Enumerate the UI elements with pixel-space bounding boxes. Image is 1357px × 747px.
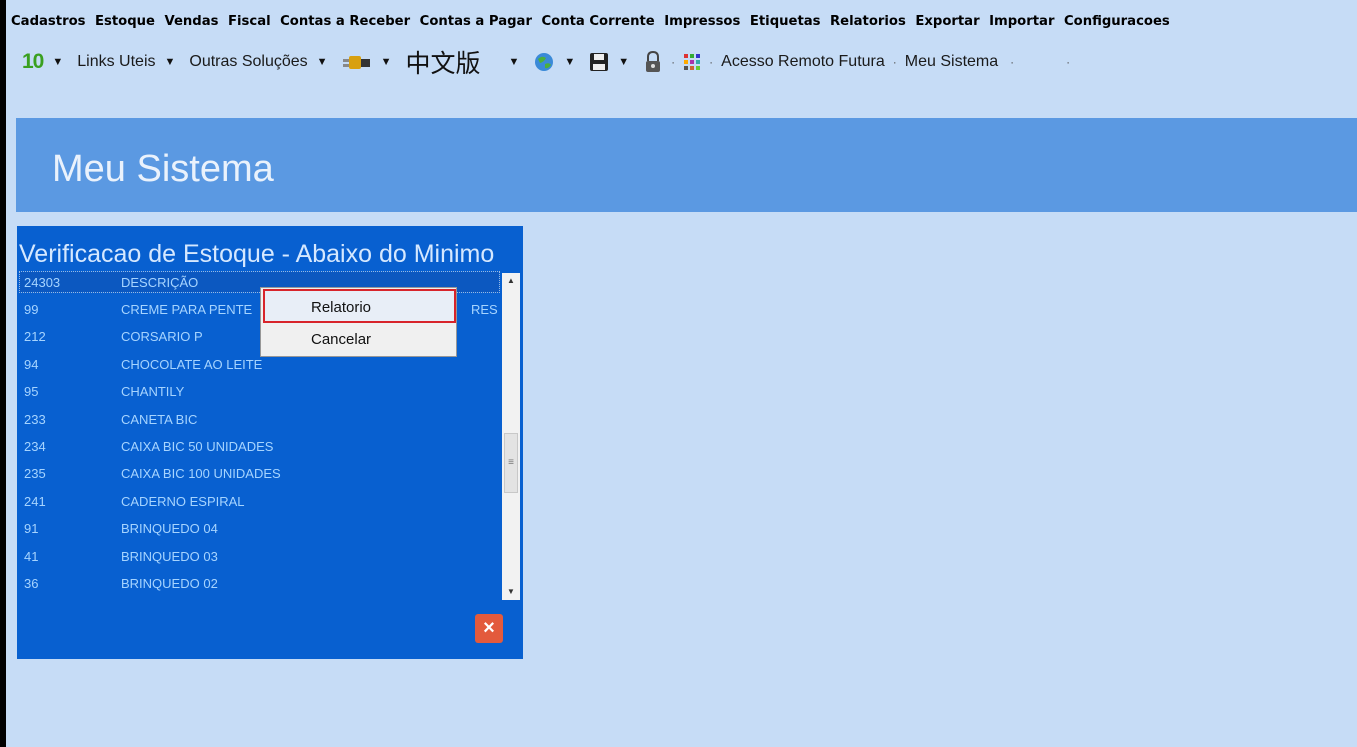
item-code: 94	[24, 357, 39, 372]
separator: ·	[1066, 55, 1071, 69]
context-menu: Relatorio Cancelar	[260, 287, 457, 357]
item-code: 241	[24, 494, 46, 509]
menu-fiscal[interactable]: Fiscal	[228, 14, 271, 29]
item-description: DESCRIÇÃO	[121, 275, 199, 290]
scroll-down-arrow-icon[interactable]: ▼	[502, 584, 520, 600]
context-menu-cancelar[interactable]: Cancelar	[311, 331, 371, 348]
globe-menu[interactable]: ▼	[533, 51, 589, 73]
item-code: 24303	[24, 275, 61, 290]
list-scrollbar[interactable]: ▲ ≡ ▼	[502, 273, 520, 600]
version-label: 10	[22, 50, 44, 73]
table-row[interactable]: 234 CAIXA BIC 50 UNIDADES	[20, 436, 499, 456]
page-title: Meu Sistema	[52, 148, 274, 190]
item-description: CREME PARA PENTE	[121, 302, 253, 317]
chevron-down-icon[interactable]: ▼	[381, 56, 392, 68]
meu-sistema-link[interactable]: Meu Sistema	[905, 53, 998, 71]
menu-cadastros[interactable]: Cadastros	[11, 14, 85, 29]
menu-bar: Cadastros Estoque Vendas Fiscal Contas a Rec…	[11, 14, 1179, 34]
acesso-remoto-link[interactable]: Acesso Remoto Futura	[721, 53, 885, 71]
item-code: 234	[24, 439, 46, 454]
item-code: 212	[24, 329, 46, 344]
menu-vendas[interactable]: Vendas	[164, 14, 218, 29]
context-menu-relatorio[interactable]: Relatorio	[311, 299, 371, 316]
menu-etiquetas[interactable]: Etiquetas	[750, 14, 821, 29]
table-row[interactable]: 36 BRINQUEDO 02	[20, 573, 499, 593]
chevron-down-icon[interactable]: ▼	[52, 56, 63, 68]
menu-exportar[interactable]: Exportar	[915, 14, 979, 29]
item-description: BRINQUEDO 04	[121, 521, 218, 536]
table-row[interactable]: 233 CANETA BIC	[20, 409, 499, 429]
close-button[interactable]: ×	[475, 614, 503, 643]
item-description: BRINQUEDO 02	[121, 576, 218, 591]
table-row[interactable]: 94 CHOCOLATE AO LEITE	[20, 354, 499, 374]
item-code: 41	[24, 549, 39, 564]
apps-grid-icon[interactable]	[683, 53, 701, 71]
item-code: 99	[24, 302, 39, 317]
item-description: CANETA BIC	[121, 412, 198, 427]
chevron-down-icon[interactable]: ▼	[165, 56, 176, 68]
item-description: CORSARIO P	[121, 329, 203, 344]
separator: ·	[892, 55, 897, 69]
links-uteis-label: Links Uteis	[77, 53, 156, 70]
chevron-down-icon[interactable]: ▼	[618, 56, 629, 68]
plug-menu[interactable]: ▼	[342, 52, 406, 72]
version-button[interactable]: 10 ▼	[22, 50, 77, 74]
chevron-down-icon[interactable]: ▼	[508, 56, 519, 68]
links-uteis-menu[interactable]: Links Uteis ▼	[77, 53, 189, 71]
item-description: CHANTILY	[121, 384, 185, 399]
item-code: 235	[24, 466, 46, 481]
scroll-up-arrow-icon[interactable]: ▲	[502, 273, 520, 289]
table-row[interactable]: 95 CHANTILY	[20, 381, 499, 401]
item-description: CAIXA BIC 100 UNIDADES	[121, 466, 281, 481]
item-code: 233	[24, 412, 46, 427]
outras-solucoes-label: Outras Soluções	[189, 53, 308, 70]
menu-configuracoes[interactable]: Configuracoes	[1064, 14, 1170, 29]
plug-icon	[342, 56, 370, 69]
separator: ·	[671, 55, 676, 69]
menu-relatorios[interactable]: Relatorios	[830, 14, 906, 29]
item-code: 36	[24, 576, 39, 591]
toolbar: 10 ▼ Links Uteis ▼ Outras Soluções ▼ ▼ 中…	[22, 48, 1078, 78]
save-menu[interactable]: ▼	[589, 52, 643, 72]
item-description: CAIXA BIC 50 UNIDADES	[121, 439, 274, 454]
outras-solucoes-menu[interactable]: Outras Soluções ▼	[189, 53, 341, 71]
item-code: 95	[24, 384, 39, 399]
separator: ·	[709, 55, 714, 69]
menu-contas-a-receber[interactable]: Contas a Receber	[280, 14, 410, 29]
item-description: CADERNO ESPIRAL	[121, 494, 245, 509]
separator: ·	[1010, 55, 1015, 69]
lock-icon[interactable]	[643, 51, 663, 73]
chevron-down-icon[interactable]: ▼	[317, 56, 328, 68]
menu-contas-a-pagar[interactable]: Contas a Pagar	[420, 14, 532, 29]
page-banner: Meu Sistema	[16, 118, 1357, 212]
save-icon	[590, 53, 609, 71]
table-row[interactable]: 235 CAIXA BIC 100 UNIDADES	[20, 463, 499, 483]
chinese-version-menu[interactable]: 中文版 ▼	[405, 44, 533, 80]
scroll-thumb[interactable]: ≡	[504, 433, 518, 493]
menu-importar[interactable]: Importar	[989, 14, 1054, 29]
globe-icon	[535, 53, 554, 71]
menu-impressos[interactable]: Impressos	[664, 14, 740, 29]
chinese-version-label: 中文版	[405, 50, 481, 78]
menu-conta-corrente[interactable]: Conta Corrente	[541, 14, 654, 29]
panel-title: Verificacao de Estoque - Abaixo do Minim…	[19, 240, 495, 268]
table-row[interactable]: 241 CADERNO ESPIRAL	[20, 491, 499, 511]
item-description-overflow: RES	[471, 302, 498, 317]
window-edge	[0, 0, 6, 747]
menu-estoque[interactable]: Estoque	[95, 14, 155, 29]
chevron-down-icon[interactable]: ▼	[564, 56, 575, 68]
item-description: CHOCOLATE AO LEITE	[121, 357, 263, 372]
table-row[interactable]: 91 BRINQUEDO 04	[20, 518, 499, 538]
item-description: BRINQUEDO 03	[121, 549, 218, 564]
item-code: 91	[24, 521, 39, 536]
table-row[interactable]: 41 BRINQUEDO 03	[20, 546, 499, 566]
